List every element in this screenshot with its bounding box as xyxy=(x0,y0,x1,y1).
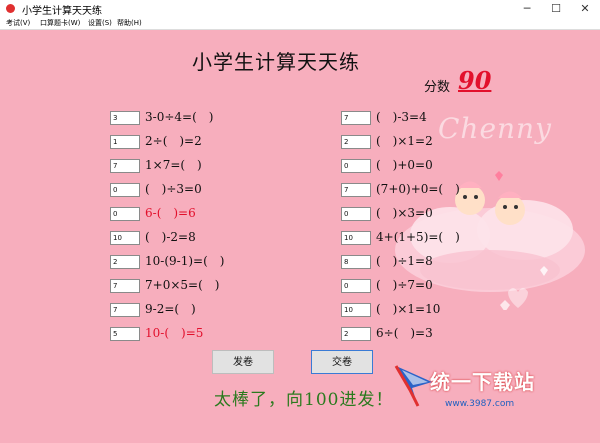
menu-oral-cards[interactable]: 口算题卡(W) xyxy=(40,17,80,29)
score-value: 90 xyxy=(458,66,492,95)
menu-settings[interactable]: 设置(S) xyxy=(88,17,112,29)
answer-input[interactable]: 8 xyxy=(341,255,371,269)
question-text-wrong: 6-( )=6 xyxy=(145,206,196,220)
question-text-wrong: 10-( )=5 xyxy=(145,326,204,340)
menu-help[interactable]: 帮助(H) xyxy=(117,17,142,29)
answer-input[interactable]: 10 xyxy=(341,231,371,245)
minimize-button[interactable]: ─ xyxy=(512,0,542,17)
watermark-text: 统一下载站 xyxy=(430,370,535,394)
answer-input[interactable]: 2 xyxy=(341,135,371,149)
answer-input[interactable]: 7 xyxy=(110,303,140,317)
answer-input[interactable]: 0 xyxy=(110,207,140,221)
answer-input[interactable]: 7 xyxy=(341,111,371,125)
heart-decoration xyxy=(508,288,528,308)
menu-exam[interactable]: 考试(V) xyxy=(6,17,30,29)
answer-input[interactable]: 2 xyxy=(341,327,371,341)
score-label: 分数 xyxy=(424,80,451,95)
answer-input[interactable]: 7 xyxy=(341,183,371,197)
issue-paper-button[interactable]: 发卷 xyxy=(212,350,274,374)
answer-input[interactable]: 1 xyxy=(110,135,140,149)
question-text: 6÷( )=3 xyxy=(376,326,433,340)
question-text: 1×7=( ) xyxy=(145,158,202,172)
answer-input[interactable]: 10 xyxy=(110,231,140,245)
answer-input[interactable]: 0 xyxy=(110,183,140,197)
question-text: ( )+0=0 xyxy=(376,158,433,172)
question-text: ( )÷1=8 xyxy=(376,254,433,268)
question-text: ( )×1=10 xyxy=(376,302,441,316)
watermark-url: www.3987.com xyxy=(445,399,515,409)
question-text: 10-(9-1)=( ) xyxy=(145,254,225,268)
question-text: ( )-3=4 xyxy=(376,110,427,124)
page-title: 小学生计算天天练 xyxy=(192,50,360,74)
title-bar: 小学生计算天天练 ─ ☐ ✕ xyxy=(0,0,600,17)
question-text: 2÷( )=2 xyxy=(145,134,202,148)
question-text: ( )-2=8 xyxy=(145,230,196,244)
question-text: ( )×1=2 xyxy=(376,134,433,148)
answer-input[interactable]: 10 xyxy=(341,303,371,317)
question-text: (7+0)+0=( ) xyxy=(376,182,460,196)
answer-input[interactable]: 7 xyxy=(110,159,140,173)
answer-input[interactable]: 5 xyxy=(110,327,140,341)
question-text: 4+(1+5)=( ) xyxy=(376,230,460,244)
question-text: ( )÷7=0 xyxy=(376,278,433,292)
question-text: ( )×3=0 xyxy=(376,206,433,220)
answer-input[interactable]: 3 xyxy=(110,111,140,125)
question-text: 3-0÷4=( ) xyxy=(145,110,214,124)
main-panel: 小学生计算天天练 分数 90 Chenny 3 3-0÷4=( ) 1 2÷( … xyxy=(0,30,600,443)
chenny-decoration-text: Chenny xyxy=(438,112,552,145)
menu-bar: 考试(V) 口算题卡(W) 设置(S) 帮助(H) xyxy=(0,17,600,30)
question-text: 9-2=( ) xyxy=(145,302,196,316)
answer-input[interactable]: 2 xyxy=(110,255,140,269)
maximize-button[interactable]: ☐ xyxy=(541,0,571,17)
submit-paper-button[interactable]: 交卷 xyxy=(311,350,373,374)
answer-input[interactable]: 0 xyxy=(341,159,371,173)
question-text: ( )÷3=0 xyxy=(145,182,202,196)
window-title: 小学生计算天天练 xyxy=(22,6,102,17)
answer-input[interactable]: 7 xyxy=(110,279,140,293)
answer-input[interactable]: 0 xyxy=(341,279,371,293)
result-message: 太棒了，向100进发！ xyxy=(214,390,394,410)
question-text: 7+0×5=( ) xyxy=(145,278,220,292)
answer-input[interactable]: 0 xyxy=(341,207,371,221)
close-button[interactable]: ✕ xyxy=(570,0,600,17)
app-icon xyxy=(6,4,15,13)
